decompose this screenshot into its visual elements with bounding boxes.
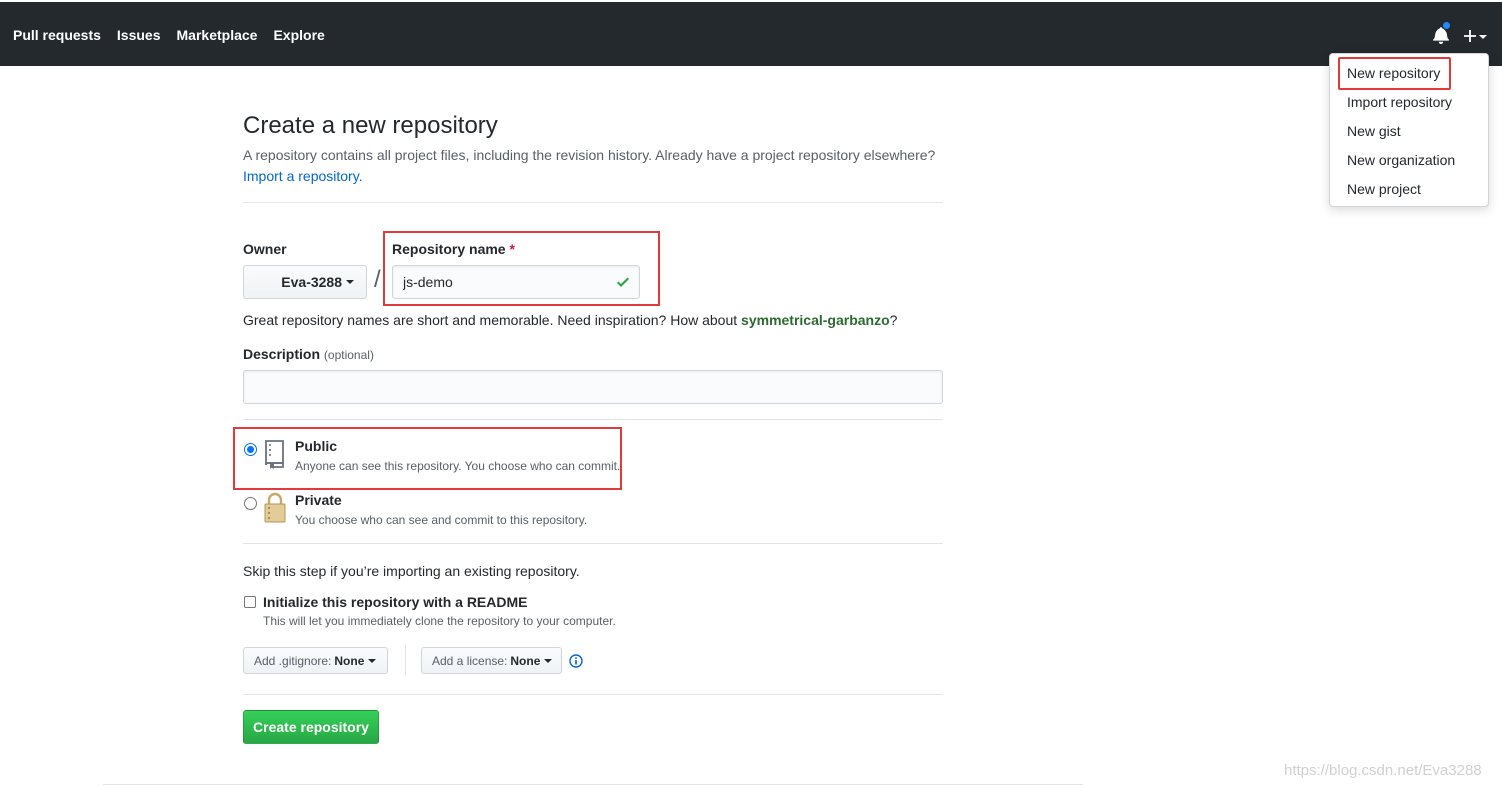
lock-icon: [264, 492, 286, 523]
nav-issues[interactable]: Issues: [117, 27, 161, 43]
unread-indicator: [1442, 21, 1451, 30]
footer-divider: [103, 784, 1083, 785]
gitignore-label: Add .gitignore:: [254, 653, 332, 668]
repository-name-label-text: Repository name: [392, 241, 506, 257]
init-readme-description: This will let you immediately clone the …: [263, 614, 616, 628]
chevron-down-icon: [544, 658, 553, 663]
menu-item-new-repository[interactable]: New repository: [1330, 63, 1488, 92]
divider: [243, 543, 943, 544]
gitignore-value: None: [334, 653, 365, 668]
watermark: https://blog.csdn.net/Eva3288: [1284, 762, 1482, 779]
menu-item-new-organization[interactable]: New organization: [1330, 150, 1488, 179]
plus-icon: [1464, 30, 1476, 42]
description-input[interactable]: [243, 370, 943, 404]
init-readme-label[interactable]: Initialize this repository with a README: [263, 594, 527, 610]
nav-pull-requests[interactable]: Pull requests: [13, 27, 101, 43]
create-new-dropdown: New repository Import repository New gis…: [1329, 53, 1489, 207]
description-label: Description (optional): [243, 346, 374, 362]
nav-explore[interactable]: Explore: [273, 27, 324, 43]
owner-value: Eva-3288: [281, 274, 342, 290]
owner-slash: /: [374, 266, 381, 293]
owner-select[interactable]: Eva-3288: [243, 265, 367, 299]
subtitle-text: A repository contains all project files,…: [243, 147, 936, 163]
divider-vertical: [405, 645, 406, 675]
chevron-down-icon: [368, 658, 377, 663]
name-suggestion[interactable]: symmetrical-garbanzo: [741, 312, 890, 328]
skip-note: Skip this step if you’re importing an ex…: [243, 563, 580, 579]
divider: [243, 694, 943, 695]
init-readme-checkbox[interactable]: [244, 596, 256, 608]
nav-marketplace[interactable]: Marketplace: [177, 27, 258, 43]
import-repository-link[interactable]: Import a repository.: [243, 168, 363, 184]
top-navbar: Pull requests Issues Marketplace Explore: [0, 0, 1502, 66]
public-description: Anyone can see this repository. You choo…: [295, 459, 621, 473]
required-mark: *: [509, 241, 515, 257]
repository-name-label: Repository name *: [392, 241, 515, 257]
public-radio[interactable]: [244, 443, 257, 456]
optional-tag: (optional): [323, 348, 374, 362]
info-icon[interactable]: [569, 654, 583, 668]
create-repository-button[interactable]: Create repository: [243, 710, 379, 744]
license-value: None: [510, 653, 541, 668]
hint-suffix: ?: [889, 312, 898, 328]
description-label-text: Description: [243, 346, 321, 362]
menu-item-new-project[interactable]: New project: [1330, 179, 1488, 208]
private-radio[interactable]: [244, 497, 257, 510]
private-title: Private: [295, 492, 342, 508]
public-title: Public: [295, 438, 338, 454]
page-title: Create a new repository: [243, 112, 498, 139]
repository-name-input[interactable]: [392, 265, 640, 299]
create-new-button[interactable]: [1463, 26, 1487, 46]
owner-label: Owner: [243, 241, 287, 257]
license-select[interactable]: Add a license: None: [421, 647, 562, 674]
menu-item-new-gist[interactable]: New gist: [1330, 121, 1488, 150]
chevron-down-icon: [346, 280, 354, 284]
menu-item-import-repository[interactable]: Import repository: [1330, 92, 1488, 121]
divider: [243, 419, 943, 420]
check-icon: [617, 277, 629, 287]
license-label: Add a license:: [432, 653, 508, 668]
name-hint: Great repository names are short and mem…: [243, 310, 897, 330]
chevron-down-icon: [1479, 35, 1487, 39]
repo-book-icon: [265, 440, 284, 469]
page-subtitle: A repository contains all project files,…: [243, 145, 943, 187]
hint-text: Great repository names are short and mem…: [243, 312, 738, 328]
divider: [243, 202, 943, 203]
main-nav: Pull requests Issues Marketplace Explore: [13, 27, 341, 43]
gitignore-select[interactable]: Add .gitignore: None: [243, 647, 388, 674]
notifications-bell-icon[interactable]: [1433, 21, 1451, 46]
private-description: You choose who can see and commit to thi…: [295, 513, 588, 527]
